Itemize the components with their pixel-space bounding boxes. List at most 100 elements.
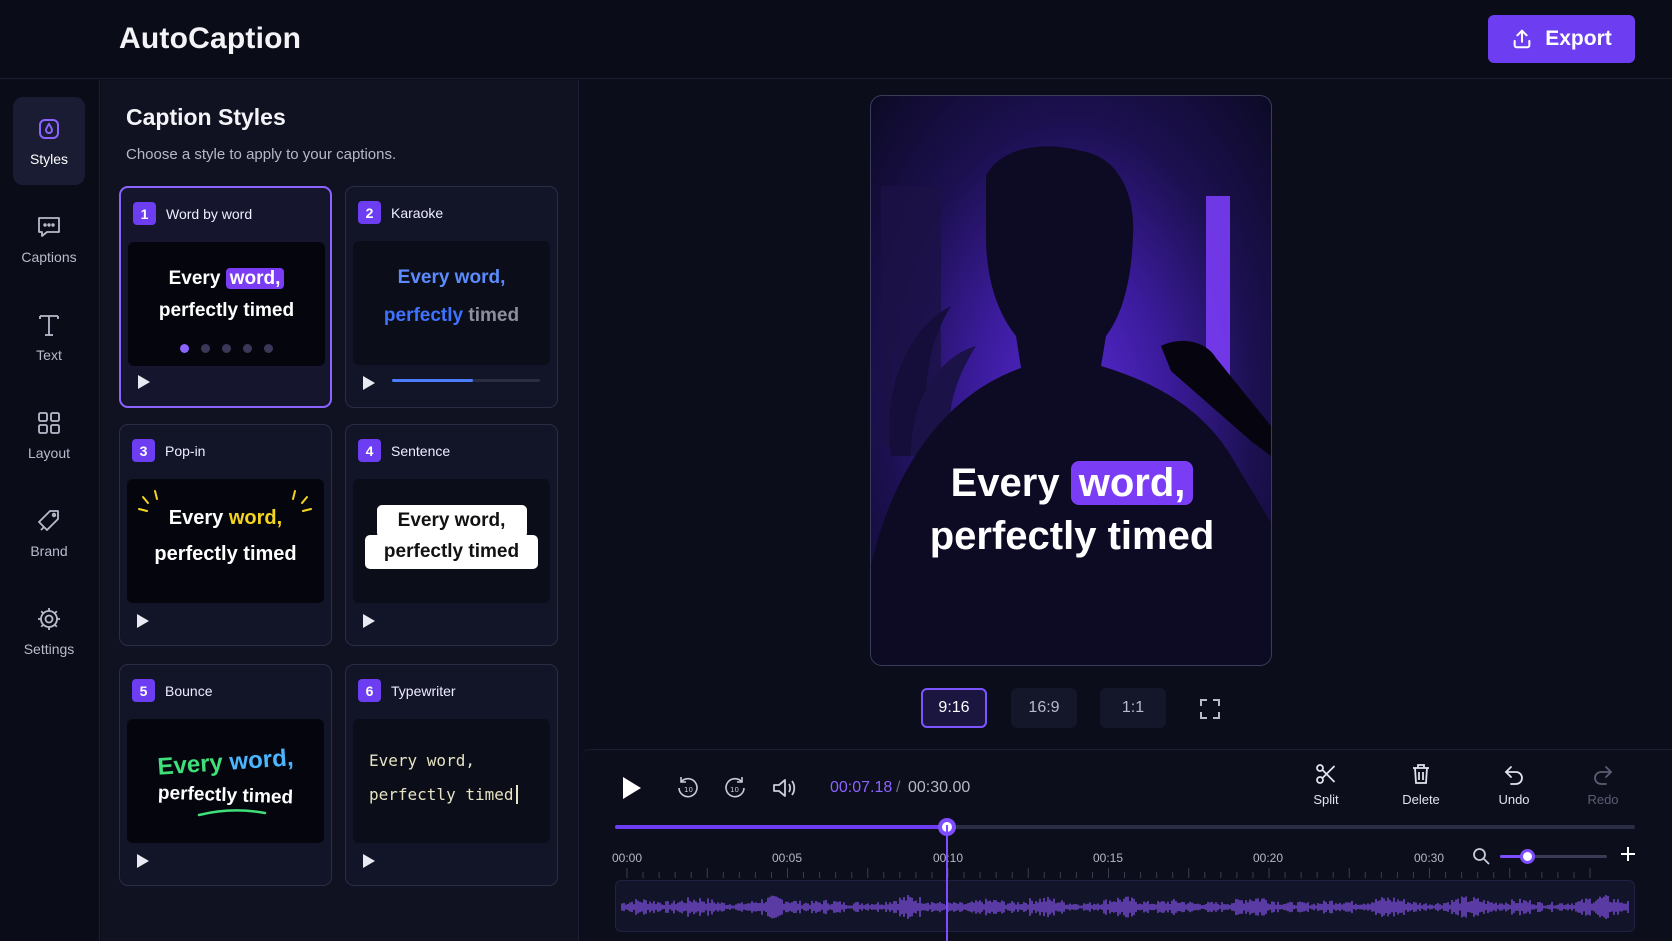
card-title: Sentence — [391, 442, 451, 459]
play-preview-button[interactable] — [136, 613, 150, 629]
play-preview-button[interactable] — [362, 375, 376, 391]
dot — [180, 344, 189, 353]
style-card-sentence[interactable]: 4 Sentence Every word, perfectly timed — [345, 424, 558, 646]
total-time: 00:30.00 — [908, 779, 971, 796]
ratio-16-9-button[interactable]: 16:9 — [1011, 688, 1077, 728]
style-card-pop-in[interactable]: 3 Pop-in Every word, perfectly timed — [119, 424, 332, 646]
card-title: Bounce — [165, 682, 213, 699]
preview-line-1: Every word, — [128, 268, 325, 290]
fullscreen-button[interactable] — [1200, 699, 1220, 719]
card-number: 2 — [358, 201, 381, 224]
trash-icon — [1413, 764, 1429, 784]
zoom-slider-handle[interactable] — [1519, 849, 1535, 864]
rewind-10-button[interactable]: 10 — [676, 775, 700, 806]
sidebar-item-label: Text — [36, 347, 62, 363]
sparkle-decoration — [138, 490, 312, 512]
volume-button[interactable] — [771, 776, 797, 805]
preview-line-1: Every word, — [369, 751, 475, 770]
caption-line-2: perfectly timed — [929, 514, 1215, 558]
sidebar-item-text[interactable]: Text — [13, 293, 85, 381]
tool-label: Split — [1313, 792, 1339, 807]
style-preview: Every word, perfectly timed — [353, 241, 550, 365]
upload-icon — [1513, 29, 1531, 49]
preview-word: perfectly — [383, 305, 464, 326]
timeline-panel: 10 10 00:07.18 / 00:30.00 Split Delete U… — [580, 749, 1672, 941]
time-tick: 00:00 — [611, 851, 643, 865]
preview-highlight-word: word, — [228, 744, 295, 776]
caption-line-1: Every word, — [871, 461, 1271, 506]
sidebar-item-captions[interactable]: Captions — [13, 195, 85, 283]
export-button[interactable]: Export — [1488, 15, 1635, 63]
ratio-1-1-button[interactable]: 1:1 — [1100, 688, 1166, 728]
audio-waveform[interactable] — [615, 880, 1635, 932]
layout-icon — [38, 412, 60, 434]
forward-10-button[interactable]: 10 — [723, 775, 747, 806]
style-card-bounce[interactable]: 5 Bounce Every word, perfectly timed — [119, 664, 332, 886]
delete-button[interactable]: Delete — [1391, 762, 1451, 807]
play-button[interactable] — [621, 775, 643, 806]
fullscreen-icon — [1200, 699, 1220, 719]
play-icon — [363, 854, 375, 868]
caption-word: Every — [950, 461, 1060, 505]
style-preview: Every word, perfectly timed — [127, 479, 324, 603]
zoom-in-button[interactable] — [1618, 844, 1638, 864]
split-button[interactable]: Split — [1296, 762, 1356, 807]
redo-button[interactable]: Redo — [1573, 762, 1633, 807]
preview-line-1: Every word, — [127, 742, 324, 784]
export-label: Export — [1545, 27, 1612, 50]
play-icon — [137, 854, 149, 868]
playhead — [946, 825, 948, 941]
play-preview-button[interactable] — [362, 613, 376, 629]
sidebar-item-settings[interactable]: Settings — [13, 587, 85, 675]
sidebar: Styles Captions Text Layout Brand Settin… — [0, 80, 100, 941]
play-preview-button[interactable] — [137, 374, 151, 390]
dot — [243, 344, 252, 353]
scrubber-track[interactable] — [615, 818, 1635, 836]
current-time: 00:07.18 — [830, 779, 893, 796]
underline-swoosh — [197, 809, 267, 817]
caption-highlight-word: word, — [1070, 461, 1194, 505]
undo-icon — [1504, 766, 1523, 785]
rewind-10-icon: 10 — [678, 777, 698, 798]
text-icon — [39, 315, 59, 336]
style-card-word-by-word[interactable]: 1 Word by word Every word, perfectly tim… — [119, 186, 332, 408]
sidebar-item-layout[interactable]: Layout — [13, 391, 85, 479]
dot — [201, 344, 210, 353]
card-header: 1 Word by word — [133, 202, 252, 225]
forward-10-icon: 10 — [725, 777, 745, 798]
preview-word: Every — [168, 268, 221, 289]
card-title: Typewriter — [391, 682, 456, 699]
play-preview-button[interactable] — [362, 853, 376, 869]
style-card-karaoke[interactable]: 2 Karaoke Every word, perfectly timed — [345, 186, 558, 408]
minor-ticks — [626, 868, 1591, 878]
zoom-button[interactable] — [1472, 847, 1490, 865]
play-icon — [623, 777, 641, 799]
preview-word: Every — [156, 749, 224, 781]
sidebar-item-label: Captions — [21, 249, 77, 265]
tool-label: Delete — [1402, 792, 1440, 807]
undo-button[interactable]: Undo — [1484, 762, 1544, 807]
play-icon — [363, 614, 375, 628]
captions-icon — [38, 217, 60, 237]
svg-text:10: 10 — [730, 786, 739, 794]
karaoke-progress — [392, 379, 540, 382]
progress-dots — [180, 344, 273, 353]
app-header: AutoCaption Export — [0, 0, 1672, 79]
card-number: 4 — [358, 439, 381, 462]
sidebar-item-brand[interactable]: Brand — [13, 489, 85, 577]
style-card-typewriter[interactable]: 6 Typewriter Every word, perfectly timed — [345, 664, 558, 886]
play-preview-button[interactable] — [136, 853, 150, 869]
card-number: 5 — [132, 679, 155, 702]
card-number: 6 — [358, 679, 381, 702]
zoom-slider[interactable] — [1500, 849, 1607, 864]
scissors-icon — [1316, 764, 1336, 784]
preview-line-2: perfectly timed — [383, 541, 520, 562]
sidebar-item-styles[interactable]: Styles — [13, 97, 85, 185]
tool-label: Redo — [1587, 792, 1619, 807]
card-title: Pop-in — [165, 442, 206, 459]
style-preview: Every word, perfectly timed — [353, 719, 550, 843]
card-header: 5 Bounce — [132, 679, 212, 702]
ratio-9-16-button[interactable]: 9:16 — [921, 688, 987, 728]
video-preview[interactable]: Every word, perfectly timed — [870, 95, 1272, 666]
dot — [222, 344, 231, 353]
